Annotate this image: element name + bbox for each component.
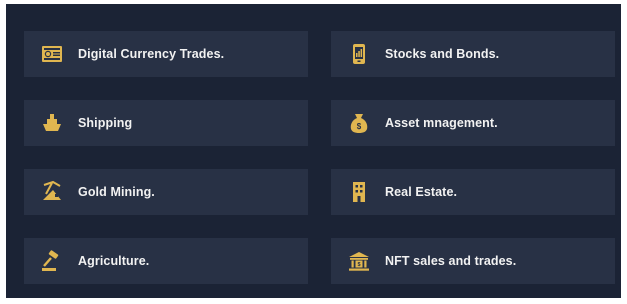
card-real-estate[interactable]: Real Estate.: [331, 169, 615, 215]
svg-text:$: $: [357, 262, 360, 268]
card-label: Agriculture.: [78, 254, 150, 268]
money-bag-icon: $: [347, 111, 371, 135]
card-nft-sales-and-trades[interactable]: $ NFT sales and trades.: [331, 238, 615, 284]
card-label: NFT sales and trades.: [385, 254, 517, 268]
mobile-phone-icon: [347, 42, 371, 66]
card-label: Asset mnagement.: [385, 116, 498, 130]
bank-icon: $: [347, 249, 371, 273]
card-label: Real Estate.: [385, 185, 458, 199]
card-gold-mining[interactable]: Gold Mining.: [24, 169, 308, 215]
services-grid: Digital Currency Trades. Stocks and Bond…: [24, 31, 615, 284]
card-label: Stocks and Bonds.: [385, 47, 500, 61]
card-label: Digital Currency Trades.: [78, 47, 225, 61]
services-panel: Digital Currency Trades. Stocks and Bond…: [6, 4, 621, 298]
gavel-icon: [40, 249, 64, 273]
card-agriculture[interactable]: Agriculture.: [24, 238, 308, 284]
card-asset-management[interactable]: $ Asset mnagement.: [331, 100, 615, 146]
card-label: Shipping: [78, 116, 133, 130]
card-shipping[interactable]: Shipping: [24, 100, 308, 146]
card-stocks-and-bonds[interactable]: Stocks and Bonds.: [331, 31, 615, 77]
card-label: Gold Mining.: [78, 185, 155, 199]
ship-icon: [40, 111, 64, 135]
svg-text:$: $: [357, 122, 362, 131]
building-icon: [347, 180, 371, 204]
money-stack-icon: [40, 42, 64, 66]
mining-icon: [40, 180, 64, 204]
card-digital-currency-trades[interactable]: Digital Currency Trades.: [24, 31, 308, 77]
